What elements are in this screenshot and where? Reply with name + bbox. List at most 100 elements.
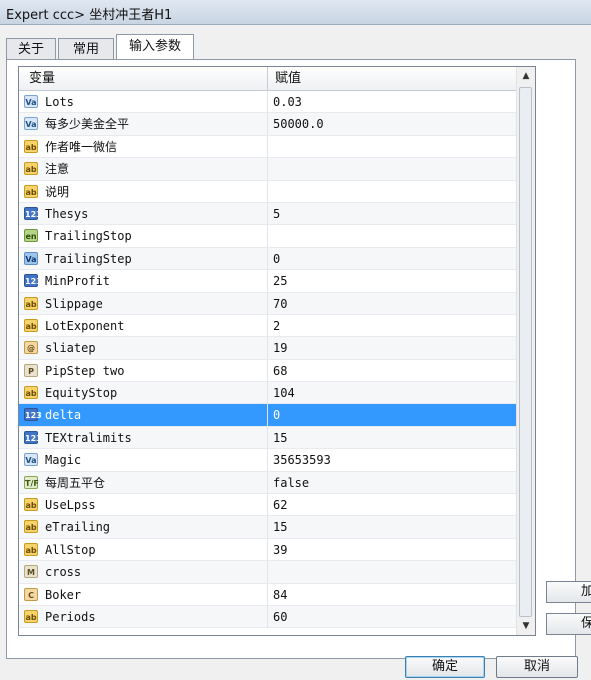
- parameter-row[interactable]: ab LotExponent 2: [19, 314, 517, 338]
- num-type-icon: 123: [24, 430, 42, 444]
- scroll-thumb[interactable]: [519, 87, 532, 617]
- parameter-value[interactable]: 0.03: [273, 91, 302, 113]
- parameter-row[interactable]: ab 注意: [19, 158, 517, 181]
- parameter-value[interactable]: 2: [273, 315, 280, 337]
- parameter-value[interactable]: 15: [273, 516, 287, 538]
- cell-separator: [267, 516, 268, 539]
- tab-common[interactable]: 常用: [58, 38, 114, 59]
- cell-separator: [267, 202, 268, 225]
- ab-type-icon: ab: [24, 609, 38, 623]
- dbl-type-icon: Va: [24, 453, 38, 467]
- parameter-row[interactable]: ab UseLpss 62: [19, 494, 517, 517]
- parameter-row[interactable]: Mcross: [19, 561, 517, 584]
- num-type-icon: 123: [24, 408, 42, 422]
- cell-separator: [267, 382, 268, 405]
- parameter-row[interactable]: 123 TEXtralimits 15: [19, 426, 517, 450]
- parameter-row[interactable]: 123 MinProfit 25: [19, 270, 517, 293]
- parameter-value[interactable]: false: [273, 472, 309, 494]
- parameter-value[interactable]: 25: [273, 270, 287, 292]
- parameter-row[interactable]: T/F 每周五平仓 false: [19, 471, 517, 495]
- enum-type-icon: en: [24, 229, 38, 243]
- parameter-value[interactable]: 60: [273, 606, 287, 628]
- parameter-row[interactable]: Va Lots 0.03: [19, 91, 517, 114]
- ab-type-icon: ab: [24, 498, 38, 512]
- cell-separator: [267, 292, 268, 315]
- parameter-row[interactable]: en TrailingStop: [19, 225, 517, 248]
- parameter-row[interactable]: ab Slippage 70: [19, 292, 517, 315]
- parameter-row[interactable]: 123 delta 0: [19, 404, 517, 427]
- parameter-value[interactable]: 5: [273, 203, 280, 225]
- tab-about[interactable]: 关于: [6, 38, 56, 59]
- parameter-row[interactable]: Va 每多少美金全平 50000.0: [19, 113, 517, 136]
- cell-separator: [267, 538, 268, 561]
- parameter-name: Thesys: [45, 206, 89, 221]
- parameter-value[interactable]: 70: [273, 293, 287, 315]
- tab-inputs[interactable]: 输入参数: [116, 34, 194, 60]
- column-header-value[interactable]: 赋值: [275, 67, 301, 90]
- scroll-down-icon[interactable]: ▼: [517, 617, 535, 635]
- parameter-value[interactable]: 0: [273, 248, 280, 270]
- load-button[interactable]: 加: [546, 581, 591, 603]
- parameter-name: AllStop: [45, 542, 96, 557]
- parameter-name: 注意: [45, 162, 70, 177]
- tf-type-icon: P: [24, 363, 38, 377]
- parameter-row[interactable]: Va Magic 35653593: [19, 449, 517, 472]
- parameter-name: MinProfit: [45, 274, 111, 289]
- save-button[interactable]: 保: [546, 613, 591, 635]
- cell-separator: [267, 449, 268, 472]
- grid-rows: Va Lots 0.03 Va 每多少美金全平 50000.0 ab 作者唯一微信 ab 注意 ab…: [19, 91, 517, 629]
- title-bar: Expert ccc> 坐村冲王者H1: [0, 0, 591, 25]
- parameter-value[interactable]: 19: [273, 337, 287, 359]
- parameter-row[interactable]: 123 Thesys 5: [19, 202, 517, 226]
- vertical-scrollbar[interactable]: ▲ ▼: [516, 67, 535, 635]
- parameter-name: TrailingStop: [45, 229, 132, 244]
- parameters-grid: 变量 赋值 Va Lots 0.03 Va 每多少美金全平 50000.0 ab 作者唯一微信…: [18, 66, 536, 636]
- parameter-row[interactable]: P PipStep two 68: [19, 359, 517, 383]
- parameter-row[interactable]: C Boker 84: [19, 583, 517, 606]
- parameter-row[interactable]: ab 作者唯一微信: [19, 135, 517, 159]
- cell-separator: [267, 561, 268, 584]
- parameter-name: Periods: [45, 609, 96, 624]
- ab-type-icon: ab: [24, 318, 38, 332]
- parameter-value[interactable]: 39: [273, 539, 287, 561]
- parameter-value[interactable]: 68: [273, 360, 287, 382]
- parameter-row[interactable]: ab AllStop 39: [19, 538, 517, 562]
- parameter-value[interactable]: 15: [273, 427, 287, 449]
- parameter-name: Boker: [45, 587, 82, 602]
- parameter-name: 每周五平仓: [45, 475, 106, 490]
- tf-type-icon: M: [24, 565, 38, 579]
- cell-separator: [267, 337, 268, 360]
- parameter-name: eTrailing: [45, 520, 111, 535]
- cell-separator: [267, 135, 268, 158]
- parameter-row[interactable]: Va TrailingStep 0: [19, 247, 517, 271]
- ok-button[interactable]: 确定: [405, 656, 485, 678]
- parameter-value[interactable]: 50000.0: [273, 113, 324, 135]
- parameter-name: EquityStop: [45, 386, 118, 401]
- dbl-type-icon: Va: [24, 117, 38, 131]
- column-header-variable[interactable]: 变量: [29, 67, 55, 90]
- parameter-row[interactable]: @ sliatep 19: [19, 337, 517, 360]
- cell-separator: [267, 91, 268, 113]
- num-type-icon: 123: [24, 274, 42, 288]
- parameter-name: UseLpss: [45, 498, 96, 513]
- dbl-type-icon: Va: [24, 95, 38, 108]
- cell-separator: [267, 426, 268, 449]
- parameter-value[interactable]: 0: [273, 404, 280, 426]
- parameter-name: 每多少美金全平: [45, 117, 130, 132]
- cancel-button[interactable]: 取消: [496, 656, 578, 678]
- parameter-name: 作者唯一微信: [45, 139, 118, 154]
- parameter-row[interactable]: ab EquityStop 104: [19, 382, 517, 405]
- ab-type-icon: ab: [24, 386, 38, 400]
- parameter-row[interactable]: ab 说明: [19, 180, 517, 203]
- parameter-value[interactable]: 104: [273, 382, 295, 404]
- cell-separator: [267, 404, 268, 427]
- scroll-up-icon[interactable]: ▲: [517, 67, 535, 85]
- parameter-value[interactable]: 62: [273, 494, 287, 516]
- parameter-value[interactable]: 84: [273, 584, 287, 606]
- parameter-row[interactable]: ab Periods 60: [19, 605, 517, 629]
- ab-type-icon: ab: [24, 520, 38, 534]
- parameter-name: TrailingStep: [45, 251, 132, 266]
- parameter-row[interactable]: ab eTrailing 15: [19, 516, 517, 539]
- parameter-value[interactable]: 35653593: [273, 449, 331, 471]
- cell-separator: [267, 225, 268, 248]
